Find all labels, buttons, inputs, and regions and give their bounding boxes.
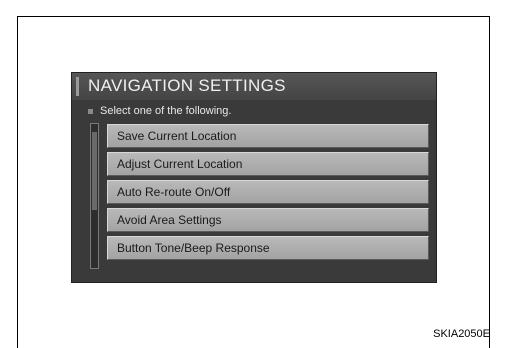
prompt-row: Select one of the following. [88,103,231,119]
navigation-settings-screen: NAVIGATION SETTINGS Select one of the fo… [71,72,437,283]
prompt-text: Select one of the following. [100,105,232,117]
bullet-icon [88,108,93,114]
save-current-location-button[interactable]: Save Current Location [107,124,429,148]
menu-item-label: Auto Re-route On/Off [117,185,231,199]
menu-item-label: Adjust Current Location [117,157,243,171]
menu-item-label: Avoid Area Settings [117,213,222,227]
figure-code: SKIA2050E [433,328,490,340]
title-bar: NAVIGATION SETTINGS [72,73,436,100]
scrollbar-thumb[interactable] [92,132,97,210]
settings-menu: Save Current Location Adjust Current Loc… [107,124,429,264]
button-tone-beep-response-button[interactable]: Button Tone/Beep Response [107,236,429,260]
menu-item-label: Save Current Location [117,129,237,143]
title-notch-icon [76,77,79,96]
adjust-current-location-button[interactable]: Adjust Current Location [107,152,429,176]
avoid-area-settings-button[interactable]: Avoid Area Settings [107,208,429,232]
screen-title: NAVIGATION SETTINGS [88,76,286,95]
menu-item-label: Button Tone/Beep Response [117,241,270,255]
auto-reroute-toggle-button[interactable]: Auto Re-route On/Off [107,180,429,204]
scrollbar[interactable] [90,123,99,269]
